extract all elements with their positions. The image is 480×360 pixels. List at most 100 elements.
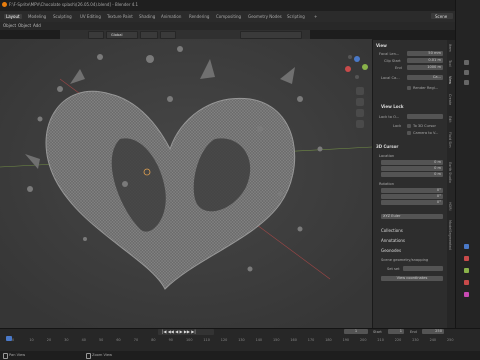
timeline-tick-label: 60 — [116, 338, 121, 342]
tab-texture-paint[interactable]: Texture Paint — [107, 14, 133, 19]
status-zoom-view: Zoom View — [92, 353, 113, 357]
sidebar-tab-fluid-sim[interactable]: Fluid Sim — [448, 132, 452, 148]
clip-start-field[interactable]: 0.01 m — [407, 58, 443, 63]
lock-to-object-label: Lock to O... — [379, 115, 400, 119]
collections-title[interactable]: Collections — [381, 228, 403, 233]
sidebar-tab-create[interactable]: Create — [448, 94, 452, 105]
geonodes-sub-label: Scene geometry/snapping — [381, 258, 429, 262]
loc-z-field[interactable]: 0 m — [381, 172, 443, 177]
tab-shading[interactable]: Shading — [139, 14, 155, 19]
view-coordinates-button[interactable]: View coordinates — [381, 276, 443, 281]
rotation-mode-dropdown[interactable]: XYZ Euler — [381, 214, 443, 219]
render-region-checkbox[interactable] — [407, 86, 411, 90]
properties-icon-8[interactable] — [464, 292, 469, 297]
perspective-toggle-icon[interactable] — [356, 120, 364, 128]
sidebar-tab-tool[interactable]: Tool — [448, 60, 452, 67]
lock-to-object-field[interactable] — [407, 114, 443, 119]
sidebar-tabs: Item Tool View Create Edit Fluid Sim Ear… — [447, 40, 455, 328]
loc-y-field[interactable]: 0 m — [381, 166, 443, 171]
end-label: End — [410, 330, 417, 334]
rotation-label: Rotation — [379, 182, 395, 186]
rot-x-field[interactable]: 0° — [381, 188, 443, 193]
view-section-title[interactable]: View — [376, 43, 387, 48]
properties-icon-4[interactable] — [464, 244, 469, 249]
timeline-tick-label: 190 — [342, 338, 350, 342]
tab-rendering[interactable]: Rendering — [189, 14, 209, 19]
annotations-title[interactable]: Annotations — [381, 238, 405, 243]
set-field[interactable] — [403, 266, 443, 271]
local-camera-field[interactable]: Ca... — [407, 75, 443, 80]
tab-layout[interactable]: Layout — [4, 14, 22, 19]
tab-compositing[interactable]: Compositing — [216, 14, 241, 19]
rot-y-field[interactable]: 0° — [381, 194, 443, 199]
timeline-tick-label: 20 — [46, 338, 52, 342]
menu-object[interactable]: Object — [18, 23, 31, 28]
blender-logo-icon — [2, 2, 7, 7]
properties-icon-2[interactable] — [464, 70, 469, 75]
location-label: Location — [379, 154, 395, 158]
snap-toggle[interactable] — [140, 31, 158, 39]
zoom-icon[interactable] — [356, 87, 364, 95]
properties-icon-3[interactable] — [464, 80, 469, 85]
camera-view-icon[interactable] — [356, 109, 364, 117]
properties-icon-6[interactable] — [464, 268, 469, 273]
timeline-tick-label: 230 — [412, 338, 419, 342]
orientation-dropdown[interactable]: Global — [106, 31, 138, 39]
add-workspace-icon[interactable]: + — [314, 14, 317, 19]
timeline-tick-label: 0 — [12, 338, 15, 342]
sidebar-tab-modelsegmented[interactable]: ModelSegmented — [448, 220, 452, 250]
timeline[interactable]: |◀ ◀◀ ◀ ▶ ▶▶ ▶| 1 Start 1 End 250 0 10 20 3… — [0, 328, 480, 352]
geonodes-title[interactable]: Geonodes — [381, 248, 401, 253]
timeline-tick-label: 80 — [151, 338, 156, 342]
properties-icon-5[interactable] — [464, 256, 469, 261]
title-bar: F:\F-Sprite\MPV\Chocolate splash\(26.05.… — [0, 0, 480, 11]
timeline-tick-label: 70 — [133, 338, 139, 342]
proportional-edit-toggle[interactable] — [160, 31, 176, 39]
clip-start-label: Clip Start — [384, 59, 401, 63]
tab-sculpting[interactable]: Sculpting — [53, 14, 72, 19]
current-frame-field[interactable]: 1 — [344, 329, 368, 334]
mouse-middle-icon — [86, 353, 91, 359]
timeline-tick-label: 220 — [394, 338, 402, 342]
timeline-tick-label: 50 — [99, 338, 104, 342]
tab-modeling[interactable]: Modeling — [28, 14, 46, 19]
scene-selector[interactable]: Scene — [431, 13, 453, 19]
camera-to-view-label: Camera to V... — [413, 131, 439, 135]
camera-to-view-checkbox[interactable] — [407, 131, 411, 135]
sidebar-tab-earth-studio[interactable]: Earth Studio — [448, 162, 452, 183]
properties-icon-7[interactable] — [464, 280, 469, 285]
sidebar-tab-hdri[interactable]: HDRI — [448, 202, 452, 211]
transform-icons[interactable] — [88, 31, 104, 39]
rot-z-field[interactable]: 0° — [381, 200, 443, 205]
set-label: Set set — [387, 267, 400, 271]
timeline-tick-label: 240 — [429, 338, 437, 342]
loc-x-field[interactable]: 0 m — [381, 160, 443, 165]
tab-geometry-nodes[interactable]: Geometry Nodes — [248, 14, 282, 19]
properties-icon-1[interactable] — [464, 60, 469, 65]
timeline-tick-label: 30 — [64, 338, 69, 342]
tab-animation[interactable]: Animation — [161, 14, 181, 19]
viewport-shading-buttons[interactable] — [240, 31, 302, 39]
scene-name: Scene — [435, 14, 448, 19]
menu-add[interactable]: Add — [33, 23, 41, 28]
window-title: F:\F-Sprite\MPV\Chocolate splash\(26.05.… — [9, 2, 139, 7]
pan-hand-icon[interactable] — [356, 98, 364, 106]
clip-end-field[interactable]: 1000 m — [407, 65, 443, 70]
focal-length-field[interactable]: 50 mm — [407, 51, 443, 56]
tab-scripting[interactable]: Scripting — [287, 14, 305, 19]
playback-controls[interactable]: |◀ ◀◀ ◀ ▶ ▶▶ ▶| — [158, 329, 214, 335]
to-3d-cursor-checkbox[interactable] — [407, 124, 411, 128]
sidebar-tab-view[interactable]: View — [448, 76, 452, 84]
3d-viewport[interactable] — [0, 39, 372, 328]
3d-cursor-title[interactable]: 3D Cursor — [376, 144, 398, 149]
tab-uv-editing[interactable]: UV Editing — [80, 14, 101, 19]
sidebar-tab-item[interactable]: Item — [448, 44, 452, 52]
sidebar-tab-edit[interactable]: Edit — [448, 116, 452, 123]
timeline-tick-label: 210 — [377, 338, 384, 342]
end-field[interactable]: 250 — [422, 329, 444, 334]
timeline-tick-label: 160 — [290, 338, 297, 342]
local-camera-label: Local Ca... — [381, 76, 400, 80]
view-lock-title[interactable]: View Lock — [381, 104, 404, 109]
start-field[interactable]: 1 — [388, 329, 404, 334]
menu-object-mode[interactable]: Object — [3, 23, 16, 28]
